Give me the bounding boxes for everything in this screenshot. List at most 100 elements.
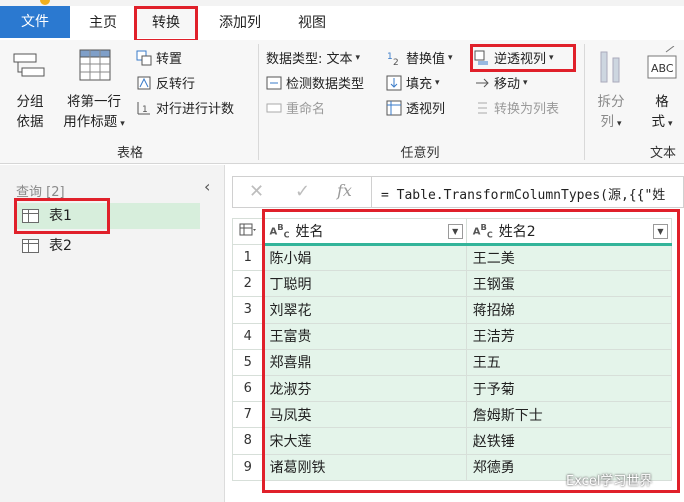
format-button[interactable]: ABC 格 式 ▾ [642, 45, 682, 134]
column-header-name2[interactable]: ABC 姓名2 ▼ [465, 218, 673, 246]
rename-button[interactable]: 重命名 [266, 98, 325, 117]
row-number: 2 [231, 270, 264, 298]
table-row: 1 陈小娟 王二美 [231, 243, 673, 272]
table-row: 3 刘翠花 蒋招娣 [231, 296, 673, 324]
ribbon-separator [584, 44, 585, 160]
text-type-icon[interactable]: ABC [473, 222, 493, 239]
unpivot-columns-label: 逆透视列 [494, 52, 547, 67]
data-type-dropdown[interactable]: 数据类型: 文本 ▾ [266, 48, 360, 67]
fx-icon[interactable]: fx [337, 181, 352, 200]
chevron-down-icon: ▾ [120, 119, 125, 129]
table-headers-icon [79, 49, 111, 81]
chevron-down-icon: ▾ [667, 119, 673, 129]
table-cell[interactable]: 郑喜鼎 [262, 348, 467, 376]
filter-dropdown-icon[interactable]: ▼ [447, 223, 463, 239]
pivot-column-button[interactable]: 透视列 [386, 98, 445, 117]
pivot-icon [386, 100, 402, 116]
move-icon [474, 75, 490, 91]
move-button[interactable]: 移动 ▾ [474, 73, 528, 92]
query-item-1[interactable]: 表1 [14, 203, 200, 229]
tab-file[interactable]: 文件 [0, 6, 70, 38]
column-header-name-label: 姓名 [295, 224, 324, 240]
unpivot-columns-button[interactable]: 逆透视列 ▾ [474, 48, 554, 67]
rename-icon [266, 100, 282, 116]
table-cell[interactable]: 王钢蛋 [465, 270, 673, 298]
reverse-rows-button[interactable]: 反转行 [136, 73, 195, 92]
table-cell[interactable]: 王二美 [465, 243, 673, 272]
collapse-pane-icon[interactable]: ‹ [204, 177, 210, 196]
table-cell[interactable]: 陈小娟 [262, 243, 467, 272]
table-cell[interactable]: 王五 [465, 348, 673, 376]
table-cell[interactable]: 赵铁锤 [465, 427, 673, 455]
column-header-name[interactable]: ABC 姓名 ▼ [262, 218, 467, 246]
formula-bar: ✕ ✓ fx = Table.TransformColumnTypes(源,{{… [232, 176, 684, 208]
count-rows-button[interactable]: 1 对行进行计数 [136, 98, 234, 117]
chevron-down-icon: ▾ [435, 77, 440, 88]
row-number: 5 [231, 348, 264, 376]
table-row: 2 丁聪明 王钢蛋 [231, 270, 673, 298]
svg-text:1: 1 [142, 105, 148, 115]
cancel-icon[interactable]: ✕ [249, 181, 264, 202]
confirm-icon[interactable]: ✓ [295, 181, 310, 202]
ribbon: 分组 依据 将第一行 用作标题 ▾ 转置 反转行 1 对行进行计数 表格 数据类型… [0, 40, 684, 164]
table-cell[interactable]: 丁聪明 [262, 270, 467, 298]
fill-button[interactable]: 填充 ▾ [386, 73, 440, 92]
tab-transform[interactable]: 转换 [136, 9, 196, 38]
row-number: 9 [231, 453, 264, 481]
table-cell[interactable]: 蒋招娣 [465, 296, 673, 324]
tab-home[interactable]: 主页 [78, 9, 128, 38]
data-grid: ABC 姓名 ▼ ABC 姓名2 ▼ 1 陈小娟 王二美 2 丁聪明 王钢蛋 3 刘翠花 蒋招娣 4 王富贵… [231, 218, 673, 481]
table-icon [22, 239, 39, 253]
replace-values-button[interactable]: 12 替换值 ▾ [386, 48, 453, 68]
table-row: 4 王富贵 王洁芳 [231, 322, 673, 350]
chevron-down-icon: ▾ [616, 119, 622, 129]
text-type-icon[interactable]: ABC [269, 222, 289, 239]
row-number: 3 [231, 296, 264, 324]
table-cell[interactable]: 王洁芳 [465, 322, 673, 350]
filter-dropdown-icon[interactable]: ▼ [653, 223, 668, 239]
svg-text:ABC: ABC [651, 62, 674, 75]
table-row: 8 宋大莲 赵铁锤 [231, 427, 673, 455]
table-cell[interactable]: 于予菊 [465, 374, 673, 403]
count-rows-label: 对行进行计数 [156, 102, 235, 117]
group-by-button[interactable]: 分组 依据 [8, 46, 52, 132]
transpose-icon [136, 50, 152, 66]
query-item-2[interactable]: 表2 [22, 233, 72, 259]
reverse-rows-label: 反转行 [156, 77, 196, 92]
table-cell[interactable]: 诸葛刚铁 [262, 453, 467, 481]
any-column-group-label: 任意列 [400, 146, 440, 161]
tab-view[interactable]: 视图 [284, 9, 340, 38]
table-cell[interactable]: 宋大莲 [262, 427, 467, 455]
table-group-label: 表格 [116, 146, 143, 161]
table-menu-icon[interactable] [231, 218, 264, 245]
table-cell[interactable]: 王富贵 [262, 322, 467, 350]
tab-add-column[interactable]: 添加列 [206, 9, 274, 38]
reverse-rows-icon [136, 75, 152, 91]
transpose-button[interactable]: 转置 [136, 48, 182, 67]
split-column-button[interactable]: 拆分 列 ▾ [588, 46, 634, 134]
query-item-1-label: 表1 [49, 208, 72, 224]
table-cell[interactable]: 马凤英 [262, 401, 467, 429]
table-cell[interactable]: 刘翠花 [262, 296, 467, 324]
use-first-row-as-headers-button[interactable]: 将第一行 用作标题 ▾ [56, 46, 132, 134]
table-cell[interactable]: 詹姆斯下士 [465, 401, 673, 429]
text-group-label: 文本 [650, 146, 677, 161]
unpivot-icon [474, 50, 490, 66]
replace-icon: 12 [386, 50, 402, 68]
svg-text:2: 2 [393, 58, 399, 66]
detect-type-label: 检测数据类型 [286, 77, 365, 92]
chevron-down-icon: ▾ [355, 52, 361, 63]
table-cell[interactable]: 龙淑芬 [262, 374, 467, 403]
chevron-down-icon: ▾ [523, 77, 528, 88]
split-label-2: 列 ▾ [588, 112, 634, 134]
row-number: 7 [231, 401, 264, 429]
formula-text[interactable]: = Table.TransformColumnTypes(源,{{"姓 [381, 184, 665, 203]
format-label-2-text: 式 [651, 114, 665, 130]
header-row: ABC 姓名 ▼ ABC 姓名2 ▼ [231, 218, 673, 246]
count-rows-icon: 1 [136, 100, 152, 116]
detect-data-type-button[interactable]: 检测数据类型 [266, 73, 364, 92]
row-number: 1 [231, 243, 264, 272]
convert-to-list-button[interactable]: 转换为列表 [474, 98, 559, 117]
watermark: Excel学习世界 [566, 474, 653, 489]
fill-down-icon [386, 75, 402, 91]
